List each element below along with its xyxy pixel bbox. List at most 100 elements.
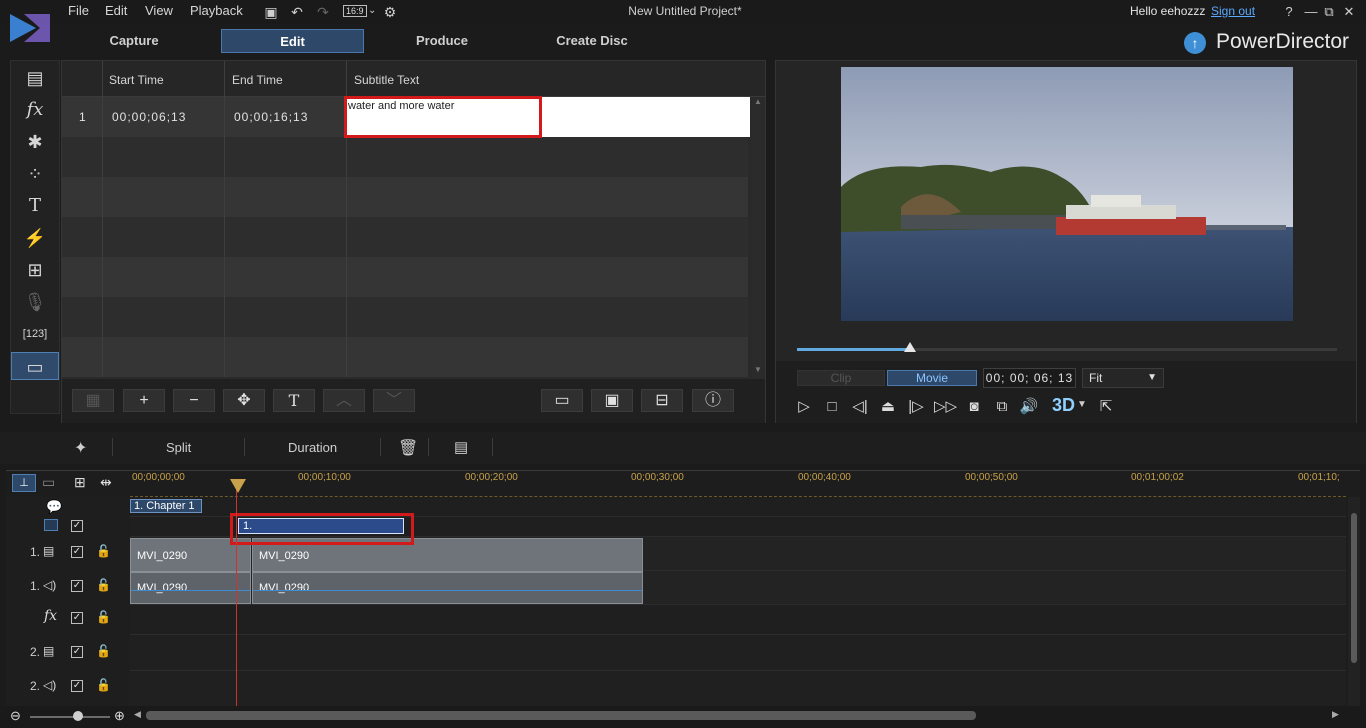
help-icon[interactable]: ? [1280,3,1298,21]
scroll-right-icon[interactable]: ▶ [1332,709,1339,720]
track-enable-checkbox[interactable]: ✓ [71,680,83,692]
lock-icon[interactable]: 🔓 [96,578,111,592]
title-room-icon[interactable]: T [11,192,59,220]
lock-icon[interactable]: 🔓 [96,644,111,658]
merge-subtitle-button[interactable]: ✥ [223,389,265,412]
menu-playback[interactable]: Playback [190,3,243,18]
snapshot-camera-icon[interactable]: ◙ [964,397,984,417]
magic-tools-icon[interactable]: ✦ [74,438,87,458]
zoom-slider-thumb[interactable] [73,711,83,721]
fx-room-icon[interactable]: fx [11,96,59,124]
next-frame-icon[interactable]: |▷ [906,397,926,417]
start-time-cell[interactable]: 00;00;06;13 [112,110,186,124]
tab-produce[interactable]: Produce [380,29,504,53]
zoom-out-icon[interactable]: ⊖ [10,708,21,724]
restore-icon[interactable]: ⧉ [1320,3,1338,21]
lock-icon[interactable]: 🔓 [96,678,111,692]
chapter-room-icon[interactable]: [123] [11,320,59,348]
scroll-down-icon[interactable]: ▼ [754,365,762,374]
lock-icon[interactable]: 🔓 [96,544,111,558]
split-marker-icon[interactable]: ⏏ [878,397,898,417]
subtitle-room-icon[interactable]: ▭ [11,352,59,380]
stop-icon[interactable]: □ [822,397,842,417]
export-srt-button[interactable]: ▣ [591,389,633,412]
minimize-icon[interactable]: — [1302,3,1320,21]
zoom-fit-dropdown[interactable]: Fit ▼ [1082,368,1164,388]
expand-tracks-icon[interactable]: ⇹ [100,474,112,491]
tab-edit[interactable]: Edit [221,29,364,53]
tab-create-disc[interactable]: Create Disc [530,29,654,53]
settings-gear-icon[interactable]: ⚙ [381,3,399,21]
save-icon[interactable]: ▣ [262,3,280,21]
redo-icon[interactable]: ↷ [314,3,332,21]
import-subtitle-button[interactable]: ▦ [72,389,114,412]
seek-thumb[interactable] [904,342,916,352]
video-track-2[interactable] [130,635,1346,671]
audio-mixing-room-icon[interactable]: ⊞ [11,256,59,284]
sign-out-link[interactable]: Sign out [1211,4,1255,18]
fit-timeline-icon[interactable]: ⊞ [74,474,86,491]
chevron-down-icon[interactable]: ⌄ [368,5,376,16]
track-enable-checkbox[interactable]: ✓ [71,546,83,558]
subtitle-position-button[interactable]: ⊟ [641,389,683,412]
previous-frame-icon[interactable]: ◁| [850,397,870,417]
upgrade-arrow-icon[interactable]: ↑ [1184,32,1206,54]
audio-clip[interactable]: MVI_0290 [252,572,643,604]
media-room-icon[interactable]: ▤ [11,64,59,92]
timeline-ruler[interactable]: 00;00;00;00 00;00;10;00 00;00;20;00 00;0… [130,471,1346,497]
subtitle-edit-icon[interactable]: ▤ [454,438,468,456]
menu-edit[interactable]: Edit [105,3,127,18]
close-icon[interactable]: ✕ [1340,3,1358,21]
lock-icon[interactable]: 🔓 [96,610,111,624]
3d-mode-button[interactable]: 3D [1052,395,1075,416]
scroll-left-icon[interactable]: ◀ [134,709,141,720]
voice-over-room-icon[interactable]: 🎙 [11,288,59,316]
open-folder-button[interactable]: ▭ [541,389,583,412]
aspect-ratio-selector[interactable]: 16:9 [343,5,367,17]
particle-room-icon[interactable]: ⁘ [11,160,59,188]
chapter-marker[interactable]: 1. Chapter 1 [130,499,202,513]
timecode-field[interactable]: 00; 00; 06; 13 [983,368,1076,388]
preview-seek-bar[interactable] [797,342,1337,352]
transition-room-icon[interactable]: ⚡ [11,224,59,252]
track-enable-checkbox[interactable]: ✓ [71,646,83,658]
zoom-slider-track[interactable] [30,716,110,718]
clip-mode-button[interactable]: Clip [797,370,885,386]
audio-clip[interactable]: MVI_0290 [130,572,251,604]
duration-button[interactable]: Duration [288,440,337,455]
end-time-cell[interactable]: 00;00;16;13 [234,110,308,124]
info-button[interactable]: ⓘ [692,389,734,412]
storyboard-view-icon[interactable]: ▭ [42,474,55,491]
add-subtitle-button[interactable]: + [123,389,165,412]
timeline-horizontal-scrollbar[interactable] [146,711,976,720]
trash-icon[interactable]: 🗑 [398,438,418,458]
track-enable-checkbox[interactable]: ✓ [71,612,83,624]
split-button[interactable]: Split [166,440,191,455]
move-up-button[interactable]: ︿ [323,389,365,412]
timeline-vertical-scrollbar[interactable] [1348,497,1360,707]
scroll-thumb[interactable] [1351,513,1357,663]
track-enable-checkbox[interactable]: ✓ [71,520,83,532]
remove-subtitle-button[interactable]: − [173,389,215,412]
track-enable-checkbox[interactable]: ✓ [71,580,83,592]
chevron-down-icon[interactable]: ▼ [1077,399,1087,410]
timeline-view-icon[interactable]: ⊥ [12,474,36,492]
subtitle-vertical-scrollbar[interactable]: ▲ ▼ [752,97,764,377]
move-down-button[interactable]: ﹀ [373,389,415,412]
text-format-button[interactable]: T [273,389,315,412]
scroll-up-icon[interactable]: ▲ [754,97,762,106]
fx-track[interactable] [130,605,1346,635]
tab-capture[interactable]: Capture [72,29,196,53]
volume-icon[interactable]: 🔊 [1019,397,1039,417]
movie-mode-button[interactable]: Movie [887,370,977,386]
menu-view[interactable]: View [145,3,173,18]
audio-track-2[interactable] [130,671,1346,707]
menu-file[interactable]: File [68,3,89,18]
undo-icon[interactable]: ↶ [288,3,306,21]
undock-preview-icon[interactable]: ⇱ [1096,397,1116,417]
play-icon[interactable]: ▷ [794,397,814,417]
zoom-in-icon[interactable]: ⊕ [114,708,125,724]
pip-room-icon[interactable]: ✱ [11,128,59,156]
dual-monitor-icon[interactable]: ⧉ [992,397,1012,417]
fast-forward-icon[interactable]: ▷▷ [934,397,957,417]
